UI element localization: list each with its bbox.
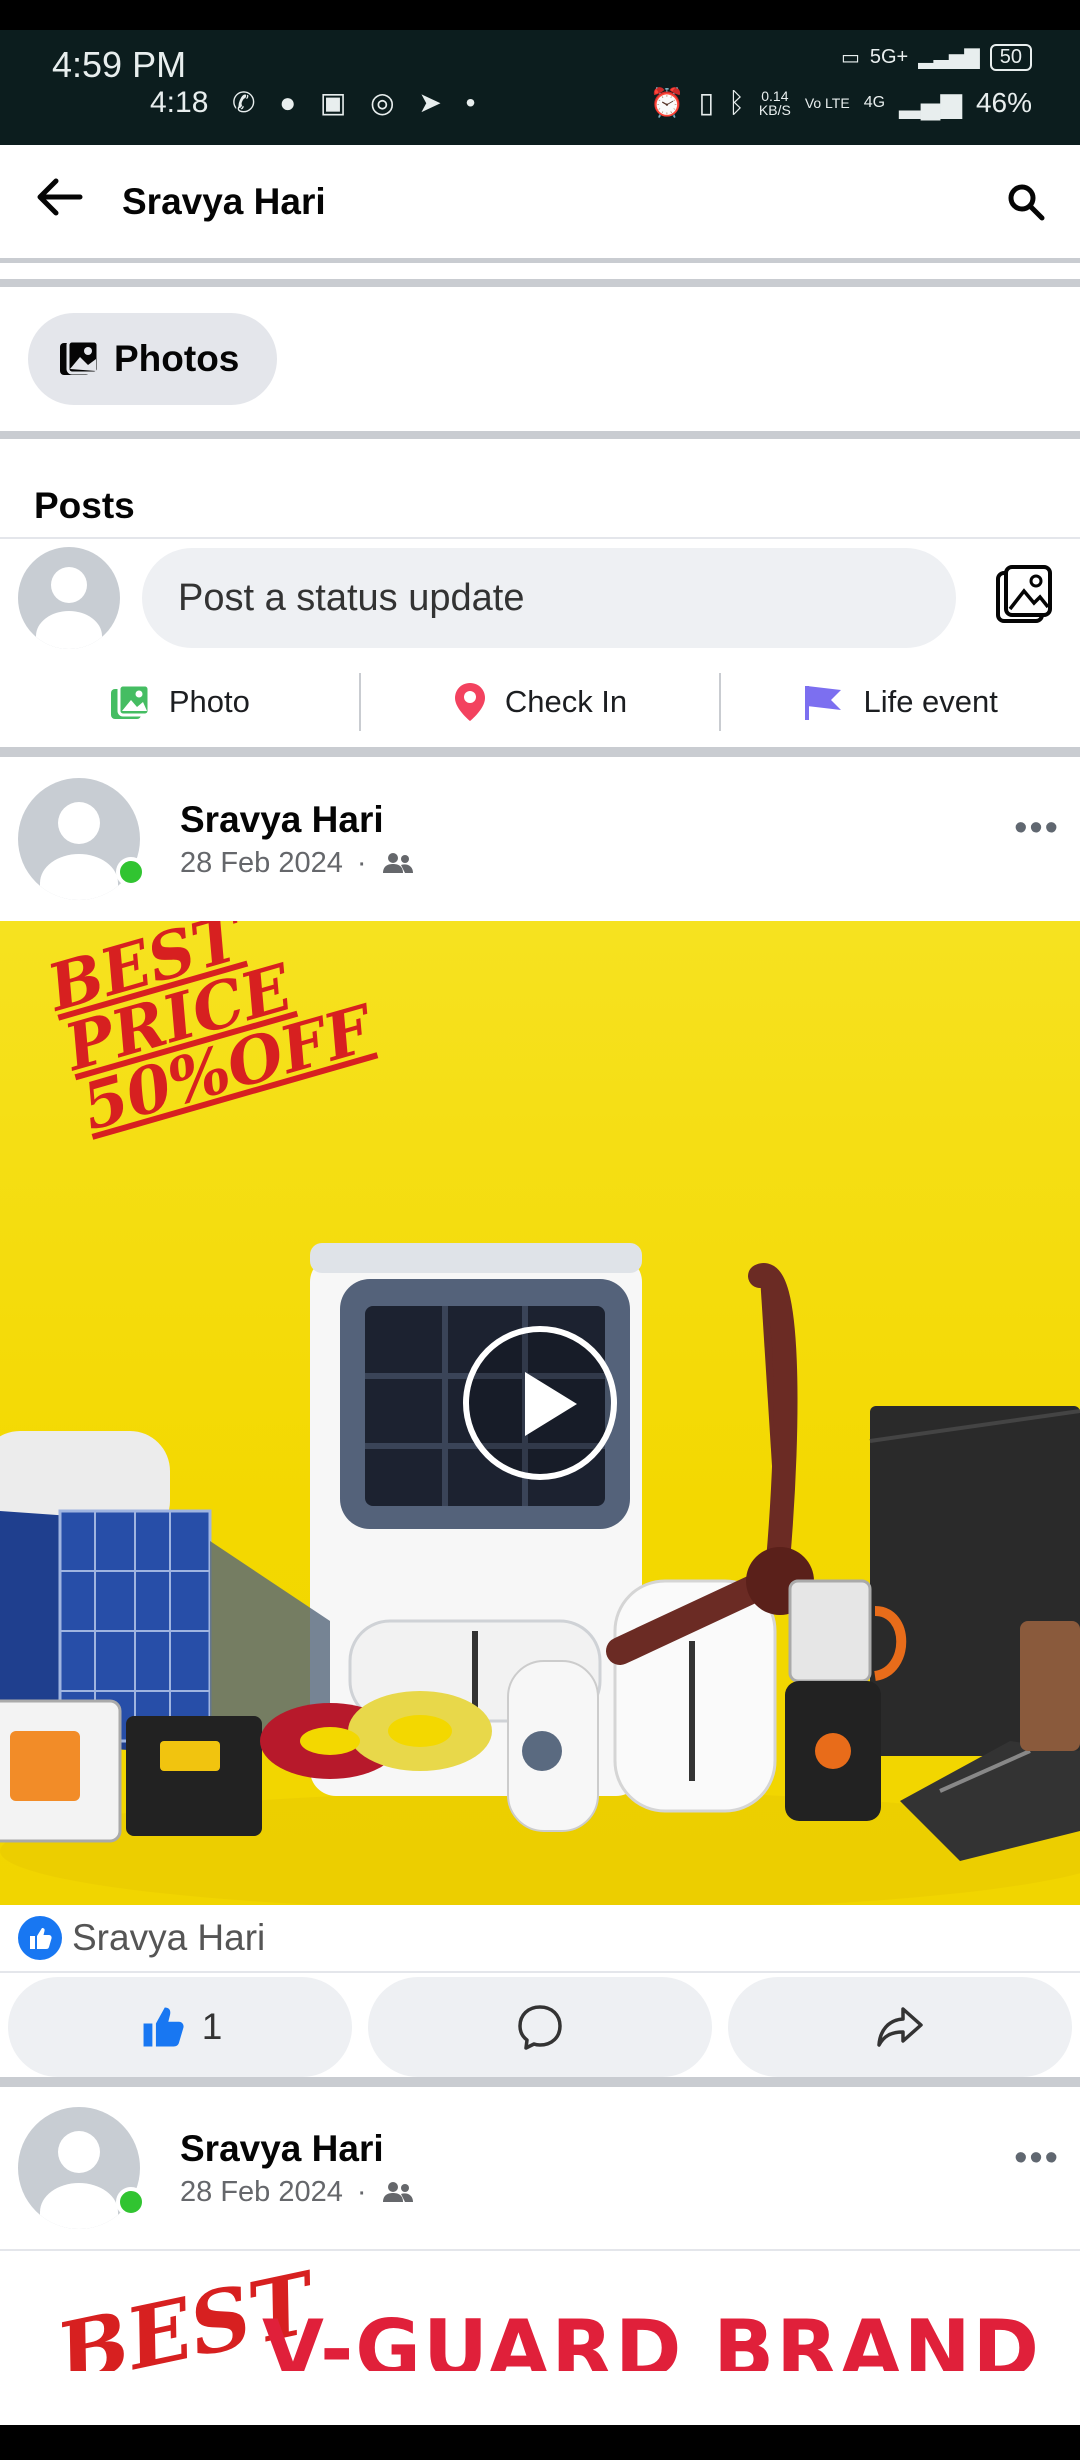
notification-icons: ✆ ● ▣ ◎ ➤ • bbox=[232, 87, 484, 118]
photo-action[interactable]: Photo bbox=[0, 683, 359, 721]
reactions-names: Sravya Hari bbox=[72, 1917, 266, 1958]
more-options-icon[interactable]: ••• bbox=[1014, 2137, 1060, 2180]
status-time-primary: 4:59 PM bbox=[52, 44, 187, 85]
comment-icon bbox=[518, 2005, 562, 2050]
post-author-name[interactable]: Sravya Hari bbox=[180, 799, 415, 841]
online-indicator bbox=[116, 2187, 146, 2217]
top-bar: Sravya Hari bbox=[0, 145, 1080, 263]
post-author-block: Sravya Hari 28 Feb 2024 · bbox=[180, 799, 415, 880]
gallery-icon[interactable] bbox=[992, 563, 1062, 633]
net-speed: 0.14 KB/S bbox=[759, 89, 791, 117]
post-header: Sravya Hari 28 Feb 2024 · ••• bbox=[0, 757, 1080, 921]
separator-dot: · bbox=[356, 846, 367, 879]
battery-top: 50 bbox=[989, 44, 1032, 71]
photo-album-icon bbox=[60, 339, 100, 375]
status-right-top: ▭ 5G+ ▂▃▅▇ 50 bbox=[841, 44, 1032, 71]
post-date[interactable]: 28 Feb 2024 bbox=[180, 847, 343, 880]
vibrate-icon: ▯ bbox=[698, 87, 715, 118]
page-title: Sravya Hari bbox=[122, 180, 326, 222]
photos-button-label: Photos bbox=[114, 338, 240, 379]
status-input[interactable]: Post a status update bbox=[142, 548, 956, 648]
search-icon[interactable] bbox=[1006, 182, 1046, 222]
net-speed-unit: KB/S bbox=[758, 101, 791, 118]
checkin-action[interactable]: Check In bbox=[361, 681, 720, 723]
posts-heading: Posts bbox=[0, 439, 1080, 539]
composer-actions: Photo Check In Life event bbox=[0, 657, 1080, 757]
app-screen: Sravya Hari Photos Posts Post a status u… bbox=[0, 145, 1080, 2425]
battery-percent: 46% bbox=[975, 86, 1032, 118]
like-reaction-icon bbox=[18, 1916, 62, 1960]
network-type-top: 5G+ bbox=[869, 46, 909, 68]
share-button[interactable] bbox=[728, 1977, 1072, 2077]
life-event-action[interactable]: Life event bbox=[721, 682, 1080, 722]
post-date[interactable]: 28 Feb 2024 bbox=[180, 2176, 343, 2209]
media-text: V-GUARD BRAND bbox=[262, 2303, 1042, 2371]
online-indicator bbox=[116, 857, 146, 887]
signal-icon-2: ▂▄▆ bbox=[899, 87, 962, 118]
share-arrow-icon bbox=[877, 2007, 923, 2047]
like-button[interactable]: 1 bbox=[8, 1977, 352, 2077]
back-arrow-icon[interactable] bbox=[34, 174, 94, 229]
friends-icon bbox=[382, 2182, 413, 2202]
location-pin-icon bbox=[454, 683, 485, 721]
post-video-preview[interactable]: BEST V-GUARD BRAND bbox=[0, 2251, 1080, 2371]
like-count: 1 bbox=[201, 2006, 223, 2047]
alarm-icon: ⏰ bbox=[649, 87, 685, 118]
post-meta: 28 Feb 2024 · bbox=[180, 2176, 415, 2209]
status-time-secondary: 4:18 bbox=[150, 86, 209, 119]
status-bar: 4:59 PM 4:18 ✆ ● ▣ ◎ ➤ • ▭ 5G+ ▂▃▅▇ 50 ⏰… bbox=[0, 30, 1080, 145]
checkin-action-label: Check In bbox=[504, 684, 628, 719]
friends-icon bbox=[382, 853, 413, 873]
system-nav-bar bbox=[0, 2425, 1080, 2460]
volte-label: Vo LTE bbox=[804, 94, 850, 111]
flag-icon bbox=[805, 686, 842, 720]
photo-icon bbox=[110, 683, 151, 719]
post-action-buttons: 1 bbox=[0, 1973, 1080, 2087]
divider bbox=[0, 263, 1080, 287]
status-right-bottom: ⏰ ▯ ᛒ 0.14 KB/S Vo LTE 4G ▂▄▆ 46% bbox=[650, 86, 1032, 119]
life-event-action-label: Life event bbox=[863, 684, 998, 719]
avatar[interactable] bbox=[18, 547, 120, 649]
separator-dot: · bbox=[356, 2175, 367, 2208]
photo-action-label: Photo bbox=[168, 684, 250, 719]
post-header: Sravya Hari 28 Feb 2024 · ••• bbox=[0, 2087, 1080, 2251]
play-button[interactable] bbox=[463, 1326, 617, 1480]
post-author-block: Sravya Hari 28 Feb 2024 · bbox=[180, 2128, 415, 2209]
status-composer: Post a status update bbox=[0, 539, 1080, 657]
photos-row: Photos bbox=[0, 287, 1080, 439]
volte-icon: ▭ bbox=[840, 47, 860, 69]
reactions-row[interactable]: Sravya Hari bbox=[0, 1905, 1080, 1973]
photos-button[interactable]: Photos bbox=[28, 313, 278, 405]
post-video[interactable]: BEST PRICE 50%OFF bbox=[0, 921, 1080, 1905]
post-meta: 28 Feb 2024 · bbox=[180, 847, 415, 880]
bluetooth-icon: ᛒ bbox=[728, 86, 745, 118]
post-author-name[interactable]: Sravya Hari bbox=[180, 2128, 415, 2170]
more-options-icon[interactable]: ••• bbox=[1014, 807, 1060, 850]
signal-icon: ▂▃▅▇ bbox=[918, 47, 980, 69]
comment-button[interactable] bbox=[368, 1977, 712, 2077]
thumbs-up-icon bbox=[143, 2007, 184, 2047]
network-type-bottom: 4G bbox=[863, 93, 886, 111]
